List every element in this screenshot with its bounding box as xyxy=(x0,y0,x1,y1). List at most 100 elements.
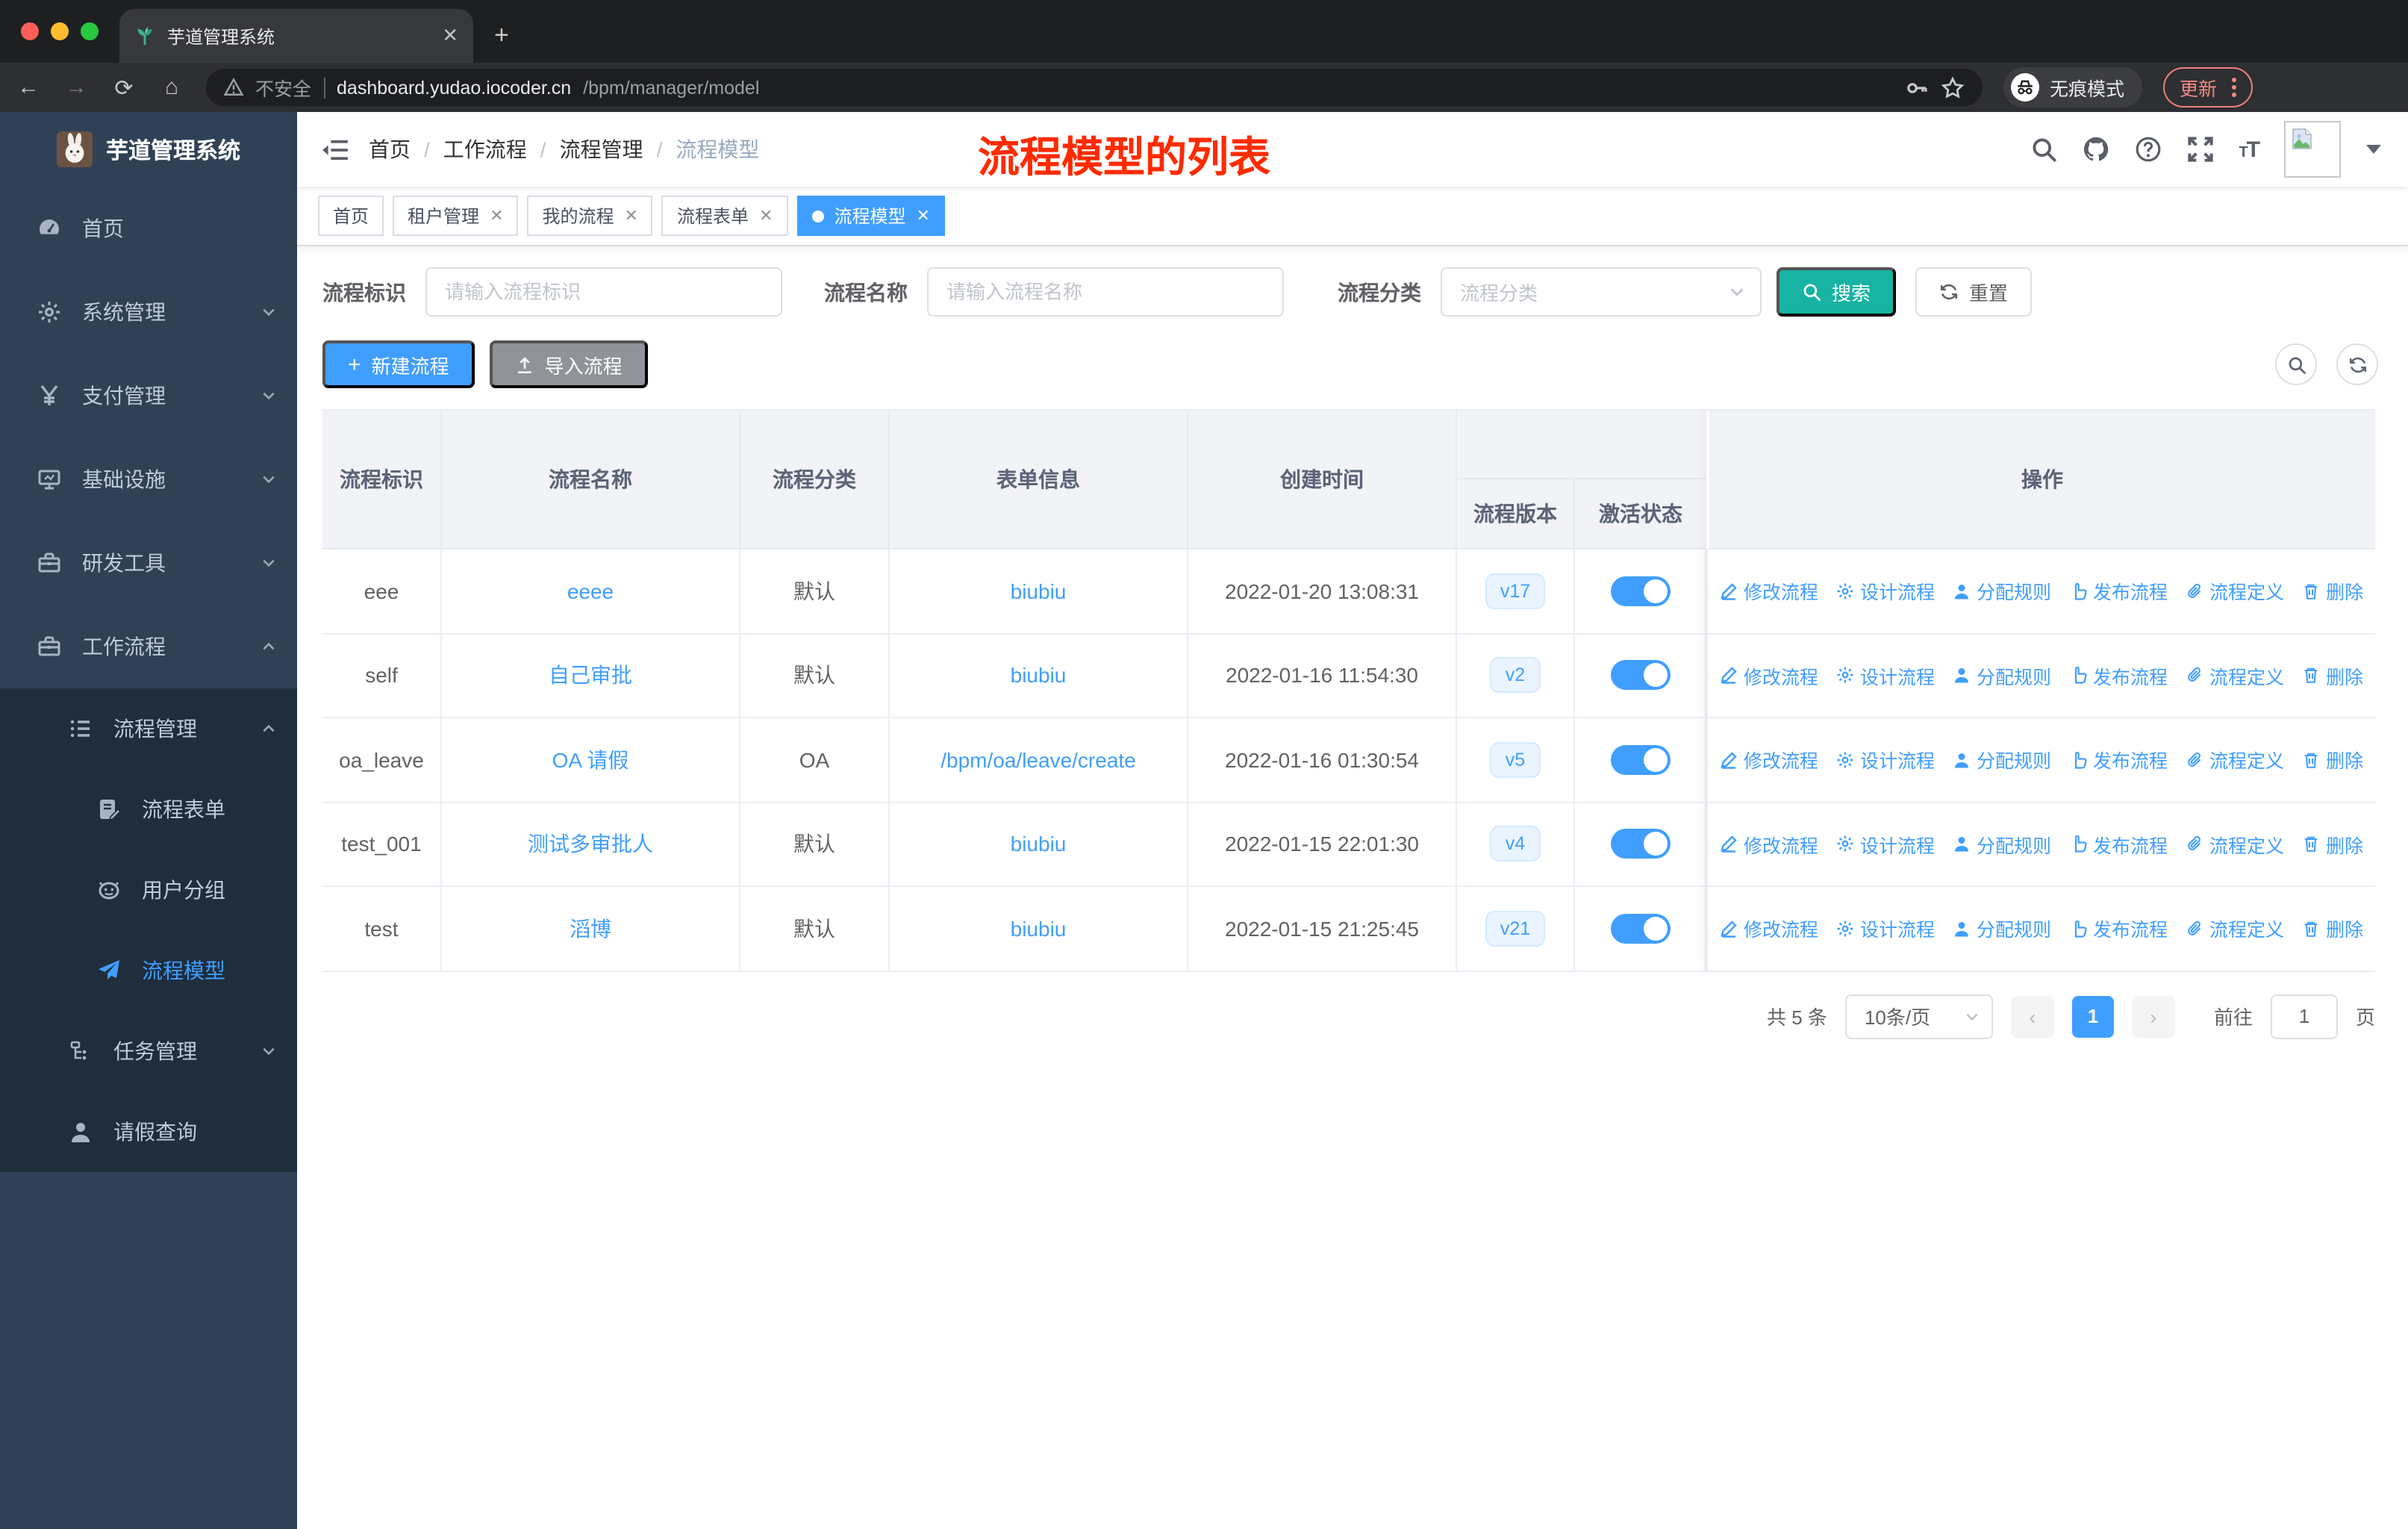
edit-process-link[interactable]: 修改流程 xyxy=(1720,577,1818,605)
design-process-link[interactable]: 设计流程 xyxy=(1836,915,1935,943)
assign-rule-link[interactable]: 分配规则 xyxy=(1953,915,2051,943)
sidebar-item-process-model[interactable]: 流程模型 xyxy=(0,930,297,1011)
version-badge[interactable]: v21 xyxy=(1485,910,1546,947)
tag-close-icon[interactable]: ✕ xyxy=(916,206,929,225)
tab-close-icon[interactable]: ✕ xyxy=(442,24,458,48)
forward-icon[interactable]: → xyxy=(63,75,90,100)
version-badge[interactable]: v5 xyxy=(1490,741,1541,778)
browser-update-button[interactable]: 更新 xyxy=(2163,67,2253,108)
assign-rule-link[interactable]: 分配规则 xyxy=(1953,830,2051,859)
search-icon[interactable] xyxy=(2030,136,2056,163)
github-icon[interactable] xyxy=(2082,136,2109,163)
sidebar-item-user-group[interactable]: 用户分组 xyxy=(0,850,297,930)
cell-form-link[interactable]: /bpm/oa/leave/create xyxy=(890,718,1188,801)
import-process-button[interactable]: 导入流程 xyxy=(489,340,648,388)
address-bar[interactable]: 不安全 dashboard.yudao.iocoder.cn/bpm/manag… xyxy=(206,69,1983,106)
close-window-icon[interactable] xyxy=(21,22,39,40)
active-toggle[interactable] xyxy=(1610,576,1670,606)
tag-close-icon[interactable]: ✕ xyxy=(490,206,503,225)
font-size-icon[interactable]: TT xyxy=(2239,137,2260,162)
sidebar-item-process-form[interactable]: 流程表单 xyxy=(0,769,297,850)
reload-icon[interactable]: ⟳ xyxy=(110,74,137,101)
version-badge[interactable]: v4 xyxy=(1490,826,1541,862)
cell-form-link[interactable]: biubiu xyxy=(890,634,1188,717)
delete-link[interactable]: 删除 xyxy=(2302,577,2363,605)
breadcrumb-item[interactable]: 工作流程 xyxy=(443,134,527,164)
create-process-button[interactable]: + 新建流程 xyxy=(322,340,475,388)
version-badge[interactable]: v17 xyxy=(1485,573,1546,609)
browser-tab[interactable]: 芋道管理系统 ✕ xyxy=(119,9,473,63)
design-process-link[interactable]: 设计流程 xyxy=(1836,661,1935,690)
search-button[interactable]: 搜索 xyxy=(1777,267,1897,317)
publish-process-link[interactable]: 发布流程 xyxy=(2069,830,2168,859)
tag-tenant[interactable]: 租户管理 ✕ xyxy=(393,196,519,236)
design-process-link[interactable]: 设计流程 xyxy=(1836,830,1935,859)
cell-process-name-link[interactable]: 测试多审批人 xyxy=(442,803,740,885)
sidebar-item-home[interactable]: 首页 xyxy=(0,187,297,270)
cell-form-link[interactable]: biubiu xyxy=(890,887,1188,970)
avatar-caret-icon[interactable] xyxy=(2366,145,2381,154)
process-key-input[interactable] xyxy=(425,267,782,317)
edit-process-link[interactable]: 修改流程 xyxy=(1720,915,1818,943)
edit-process-link[interactable]: 修改流程 xyxy=(1720,661,1818,690)
tag-home[interactable]: 首页 xyxy=(318,196,384,236)
delete-link[interactable]: 删除 xyxy=(2302,746,2363,774)
home-icon[interactable]: ⌂ xyxy=(158,75,185,100)
cell-process-name-link[interactable]: 自己审批 xyxy=(442,634,740,717)
tag-process-model[interactable]: 流程模型 ✕ xyxy=(796,196,945,236)
tag-process-form[interactable]: 流程表单 ✕ xyxy=(661,196,788,236)
design-process-link[interactable]: 设计流程 xyxy=(1836,577,1935,605)
new-tab-button[interactable]: + xyxy=(494,21,509,51)
hamburger-icon[interactable] xyxy=(322,138,348,161)
cell-process-name-link[interactable]: eeee xyxy=(442,549,740,632)
delete-link[interactable]: 删除 xyxy=(2302,830,2363,859)
sidebar-item-infra[interactable]: 基础设施 xyxy=(0,437,297,521)
browser-menu-icon[interactable] xyxy=(2232,78,2237,97)
sidebar-item-devtools[interactable]: 研发工具 xyxy=(0,521,297,605)
sidebar-item-payment[interactable]: 支付管理 xyxy=(0,354,297,437)
process-definition-link[interactable]: 流程定义 xyxy=(2186,746,2284,774)
process-definition-link[interactable]: 流程定义 xyxy=(2186,915,2284,943)
show-search-button[interactable] xyxy=(2275,343,2317,385)
current-page-button[interactable]: 1 xyxy=(2071,995,2114,1037)
tag-close-icon[interactable]: ✕ xyxy=(625,206,638,225)
refresh-table-button[interactable] xyxy=(2336,343,2378,385)
help-icon[interactable] xyxy=(2134,136,2161,163)
delete-link[interactable]: 删除 xyxy=(2302,915,2363,943)
edit-process-link[interactable]: 修改流程 xyxy=(1720,746,1818,774)
active-toggle[interactable] xyxy=(1610,660,1670,691)
delete-link[interactable]: 删除 xyxy=(2302,661,2363,690)
version-badge[interactable]: v2 xyxy=(1490,657,1541,694)
publish-process-link[interactable]: 发布流程 xyxy=(2069,915,2168,943)
assign-rule-link[interactable]: 分配规则 xyxy=(1953,661,2051,690)
bookmark-star-icon[interactable] xyxy=(1941,75,1965,99)
active-toggle[interactable] xyxy=(1610,829,1670,859)
publish-process-link[interactable]: 发布流程 xyxy=(2069,661,2168,690)
cell-form-link[interactable]: biubiu xyxy=(890,803,1188,885)
back-icon[interactable]: ← xyxy=(15,75,42,100)
sidebar-item-system[interactable]: 系统管理 xyxy=(0,270,297,354)
window-controls[interactable] xyxy=(21,22,99,40)
sidebar-item-task-mgmt[interactable]: 任务管理 xyxy=(0,1011,297,1092)
reset-button[interactable]: 重置 xyxy=(1915,267,2033,317)
goto-page-input[interactable] xyxy=(2270,994,2338,1038)
page-size-select[interactable]: 10条/页 xyxy=(1844,994,1993,1038)
cell-process-name-link[interactable]: 滔博 xyxy=(442,887,740,970)
minimize-window-icon[interactable] xyxy=(51,22,69,40)
publish-process-link[interactable]: 发布流程 xyxy=(2069,746,2168,774)
fullscreen-icon[interactable] xyxy=(2186,136,2213,163)
process-category-select[interactable]: 流程分类 xyxy=(1441,267,1762,317)
active-toggle[interactable] xyxy=(1610,913,1670,944)
design-process-link[interactable]: 设计流程 xyxy=(1836,746,1935,774)
password-key-icon[interactable] xyxy=(1905,75,1929,99)
zoom-window-icon[interactable] xyxy=(81,22,99,40)
process-definition-link[interactable]: 流程定义 xyxy=(2186,661,2284,690)
tag-my-process[interactable]: 我的流程 ✕ xyxy=(527,196,653,236)
sidebar-item-process-mgmt[interactable]: 流程管理 xyxy=(0,688,297,769)
tag-close-icon[interactable]: ✕ xyxy=(759,206,773,225)
edit-process-link[interactable]: 修改流程 xyxy=(1720,830,1818,859)
process-name-input[interactable] xyxy=(927,267,1284,317)
cell-process-name-link[interactable]: OA 请假 xyxy=(442,718,740,801)
assign-rule-link[interactable]: 分配规则 xyxy=(1953,577,2051,605)
assign-rule-link[interactable]: 分配规则 xyxy=(1953,746,2051,774)
